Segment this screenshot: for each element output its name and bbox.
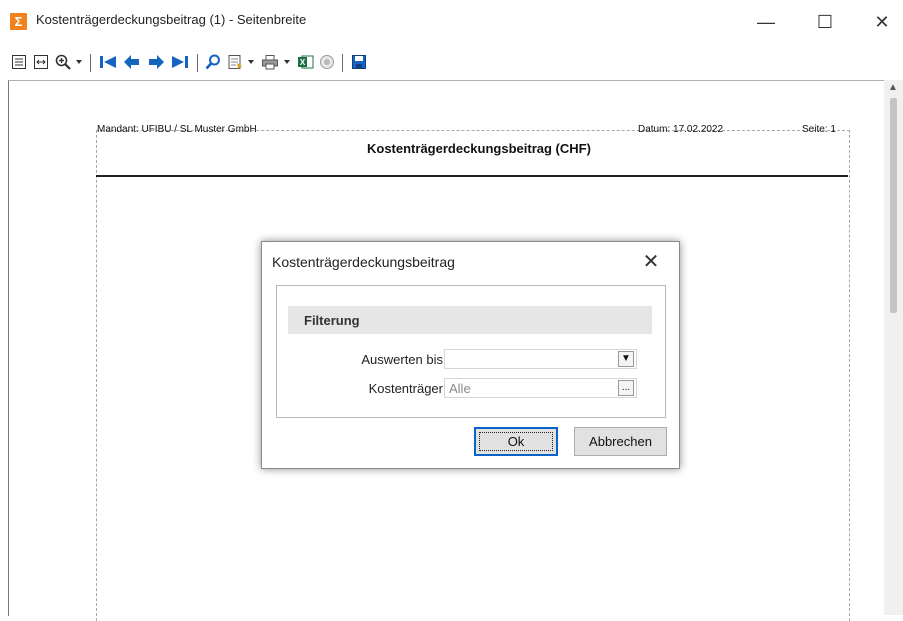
single-page-icon[interactable] — [10, 53, 28, 71]
window-title: Kostenträgerdeckungsbeitrag (1) - Seiten… — [36, 12, 307, 27]
browse-button[interactable]: ... — [618, 380, 634, 396]
save-icon[interactable] — [350, 53, 368, 71]
filter-group: Filterung Auswerten bis ▼ Kostenträger A… — [276, 285, 666, 418]
focus-rectangle — [479, 432, 553, 451]
zoom-icon[interactable] — [54, 53, 72, 71]
auswerten-bis-label: Auswerten bis — [361, 352, 443, 367]
ok-button[interactable]: Ok — [474, 427, 558, 456]
kostentraeger-value: Alle — [449, 381, 471, 396]
app-icon: Σ — [10, 13, 27, 30]
page-width-icon[interactable] — [32, 53, 50, 71]
toolbar: X — [0, 44, 903, 80]
first-page-icon[interactable] — [98, 53, 118, 71]
auswerten-bis-field[interactable]: ▼ — [444, 349, 637, 369]
next-page-icon[interactable] — [146, 53, 166, 71]
dropdown-arrow-icon[interactable]: ▼ — [618, 351, 634, 367]
scrollbar-thumb[interactable] — [890, 98, 897, 313]
scroll-up-icon[interactable]: ▲ — [888, 82, 898, 93]
svg-text:X: X — [299, 58, 305, 67]
dialog-close-icon[interactable]: ✕ — [639, 249, 663, 274]
report-seite: Seite: 1 — [802, 124, 836, 135]
toolbar-separator — [197, 54, 198, 72]
zoom-dropdown-icon[interactable] — [74, 53, 84, 71]
kostentraeger-field[interactable]: Alle ... — [444, 378, 637, 398]
print-dropdown-icon[interactable] — [282, 53, 292, 71]
print-icon[interactable] — [260, 53, 280, 71]
dialog-title: Kostenträgerdeckungsbeitrag — [272, 254, 455, 270]
previous-page-icon[interactable] — [122, 53, 142, 71]
filter-dialog: Kostenträgerdeckungsbeitrag ✕ Filterung … — [261, 241, 680, 469]
minimize-button[interactable]: — — [751, 10, 781, 34]
report-datum: Datum: 17.02.2022 — [638, 124, 724, 135]
close-button[interactable]: ✕ — [867, 10, 897, 34]
section-header: Filterung — [288, 306, 652, 334]
window-titlebar: Σ Kostenträgerdeckungsbeitrag (1) - Seit… — [0, 0, 903, 44]
last-page-icon[interactable] — [170, 53, 190, 71]
maximize-button[interactable]: ☐ — [810, 10, 840, 34]
kostentraeger-label: Kostenträger — [368, 381, 443, 396]
cancel-button[interactable]: Abbrechen — [574, 427, 667, 456]
section-title: Filterung — [304, 313, 360, 328]
search-icon[interactable] — [204, 53, 222, 71]
report-mandant: Mandant: UFIBU / SL Muster GmbH — [97, 124, 257, 135]
record-icon[interactable] — [318, 53, 336, 71]
export-icon[interactable] — [226, 53, 244, 71]
report-title: Kostenträgerdeckungsbeitrag (CHF) — [367, 141, 591, 156]
report-divider — [96, 175, 848, 177]
toolbar-separator — [90, 54, 91, 72]
export-dropdown-icon[interactable] — [246, 53, 256, 71]
cancel-button-label: Abbrechen — [589, 434, 652, 449]
excel-icon[interactable]: X — [296, 53, 314, 71]
toolbar-separator — [342, 54, 343, 72]
vertical-scrollbar[interactable]: ▲ — [884, 80, 903, 615]
